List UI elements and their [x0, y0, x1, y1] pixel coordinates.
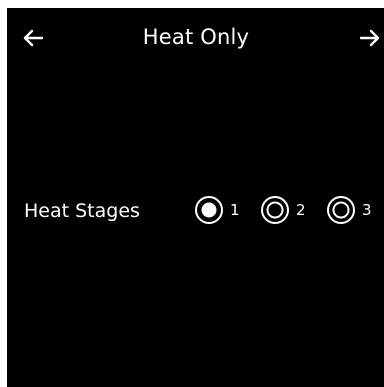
radio-unselected-icon: [261, 196, 289, 224]
radio-selected-icon: [195, 196, 223, 224]
heat-stage-option-3[interactable]: 3: [326, 193, 372, 227]
thermostat-screen: Heat Only Heat Stages 1 2 3: [7, 8, 384, 387]
radio-unselected-icon: [327, 196, 355, 224]
heat-stage-option-label: 2: [296, 201, 306, 219]
heat-stages-row: Heat Stages 1 2 3: [7, 191, 384, 231]
arrow-right-icon: [359, 29, 380, 47]
heat-stage-option-1[interactable]: 1: [194, 193, 240, 227]
heat-stage-option-2[interactable]: 2: [260, 193, 306, 227]
back-button[interactable]: [17, 24, 49, 52]
heat-stage-option-label: 3: [362, 201, 372, 219]
next-button[interactable]: [354, 24, 384, 52]
page-title: Heat Only: [142, 25, 250, 49]
arrow-left-icon: [23, 29, 44, 47]
heat-stage-option-label: 1: [230, 201, 240, 219]
header: Heat Only: [7, 8, 384, 68]
heat-stages-label: Heat Stages: [24, 200, 140, 222]
